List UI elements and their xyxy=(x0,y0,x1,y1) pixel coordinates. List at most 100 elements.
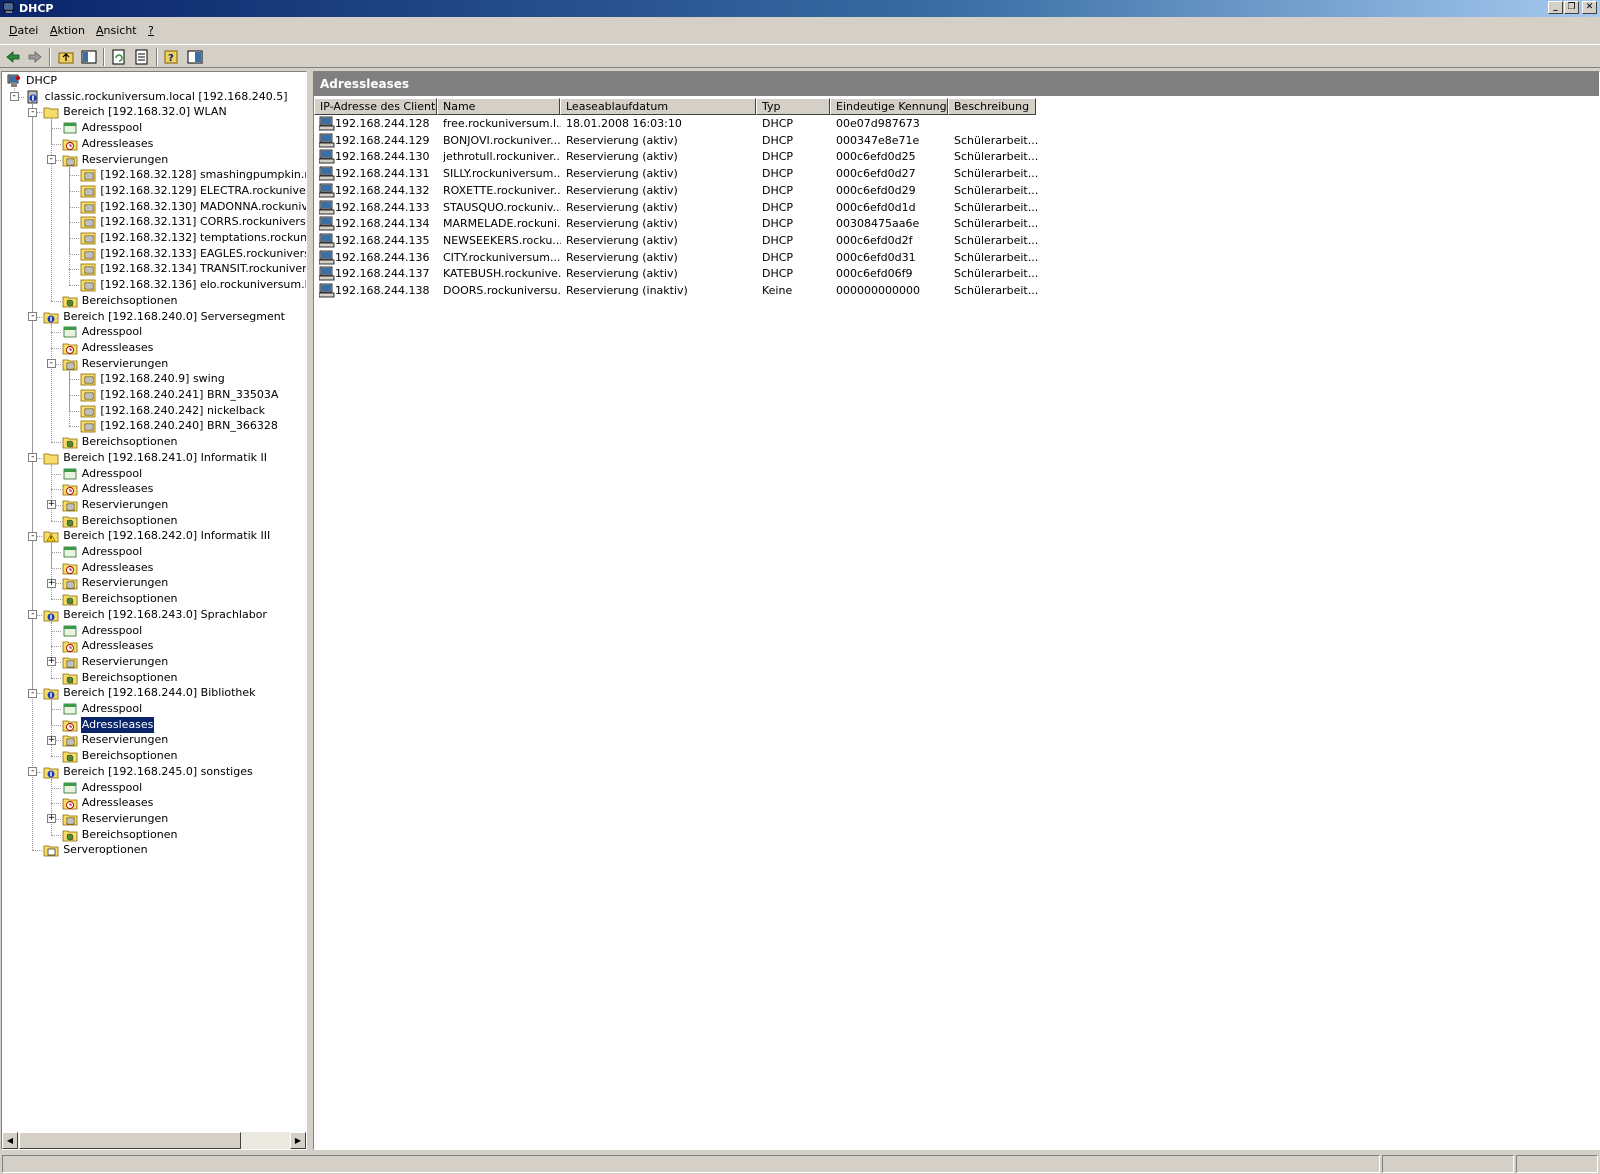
column-header-unique-id[interactable]: Eindeutige Kennung xyxy=(830,98,948,115)
tree-item-label: Bereichsoptionen xyxy=(81,293,178,307)
show-hide-tree-icon[interactable] xyxy=(80,48,98,66)
cell-ip: 192.168.244.128 xyxy=(335,117,430,130)
toolbar-separator xyxy=(103,48,105,66)
help-icon[interactable]: ? xyxy=(163,48,181,66)
collapse-toggle[interactable]: - xyxy=(28,312,38,321)
menu-aktion[interactable]: Aktion xyxy=(50,24,85,37)
collapse-toggle[interactable]: - xyxy=(9,92,19,102)
cell-name: CITY.rockuniversum.... xyxy=(443,250,561,264)
expand-toggle[interactable]: + xyxy=(46,657,56,667)
tree-connector xyxy=(50,543,52,600)
column-header-ip[interactable]: IP-Adresse des Clients xyxy=(314,98,437,115)
cell-ip: 192.168.244.129 xyxy=(335,133,430,147)
lease-row[interactable]: 192.168.244.136 CITY.rockuniversum.... Res… xyxy=(314,249,1599,266)
lease-row[interactable]: 192.168.244.130 jethrotull.rockuniver... R… xyxy=(314,148,1599,165)
lease-row[interactable]: 192.168.244.133 STAUSQUO.rockuniv... Reser… xyxy=(314,199,1599,216)
lease-row[interactable]: 192.168.244.128 free.rockuniversum.l... 18… xyxy=(314,115,1599,132)
tree-connector xyxy=(50,464,52,521)
refresh-icon[interactable] xyxy=(110,48,128,66)
cell-type: DHCP xyxy=(762,167,794,181)
column-header-name[interactable]: Name xyxy=(437,98,560,115)
tree-connector xyxy=(32,850,43,852)
cell-unique-id: 00e07d987673 xyxy=(836,117,920,130)
expand-toggle[interactable]: + xyxy=(46,735,56,745)
menu-ansicht[interactable]: Ansicht xyxy=(96,24,137,37)
tree-connector xyxy=(50,787,61,789)
close-button[interactable]: ✕ xyxy=(1582,1,1597,14)
lease-row[interactable]: 192.168.244.129 BONJOVI.rockuniver... Rese… xyxy=(314,132,1599,149)
cell-type: DHCP xyxy=(762,250,794,264)
details-pane-title: Adressleases xyxy=(314,72,1599,96)
properties-icon[interactable] xyxy=(186,48,204,66)
forward-icon[interactable] xyxy=(26,48,44,66)
cell-name: SILLY.rockuniversum... xyxy=(443,167,561,181)
expand-toggle[interactable]: + xyxy=(46,578,56,588)
status-panel-secondary xyxy=(1382,1155,1514,1173)
lease-row[interactable]: 192.168.244.131 SILLY.rockuniversum... Res… xyxy=(314,165,1599,182)
cell-ip: 192.168.244.137 xyxy=(335,267,430,281)
cell-name: jethrotull.rockuniver... xyxy=(443,150,561,164)
cell-description: Schülerarbeit... xyxy=(954,200,1039,214)
collapse-toggle[interactable]: - xyxy=(28,107,38,117)
tree-connector xyxy=(50,347,61,349)
scroll-thumb[interactable] xyxy=(19,1132,241,1149)
restore-button[interactable]: ❐ xyxy=(1564,1,1579,14)
tree-item-label: [192.168.32.132] temptations.rockunivers xyxy=(100,231,307,244)
scroll-right-icon[interactable]: ▶ xyxy=(290,1132,306,1149)
menu-help[interactable]: ? xyxy=(148,24,154,37)
column-header-description[interactable]: Beschreibung xyxy=(948,98,1036,115)
up-one-level-icon[interactable] xyxy=(57,48,75,66)
cell-unique-id: 000c6efd0d29 xyxy=(836,183,916,197)
lease-row[interactable]: 192.168.244.134 MARMELADE.rockuni... Reser… xyxy=(314,215,1599,232)
menu-datei[interactable]: Datei xyxy=(9,24,38,37)
tree-item-label: Reservierungen xyxy=(81,733,169,747)
cell-description: Schülerarbeit... xyxy=(954,267,1039,281)
cell-lease-expiry: Reservierung (aktiv) xyxy=(566,200,678,214)
tree-horizontal-scrollbar[interactable]: ◀ ▶ xyxy=(2,1132,306,1149)
tree-connector xyxy=(69,370,71,427)
expand-toggle[interactable]: + xyxy=(46,500,56,510)
column-header-lease-expiry[interactable]: Leaseablaufdatum xyxy=(560,98,756,115)
cell-unique-id: 000c6efd0d27 xyxy=(836,167,916,181)
cell-ip: 192.168.244.138 xyxy=(335,284,430,297)
toolbar: ? xyxy=(0,44,1600,68)
back-icon[interactable] xyxy=(4,48,22,66)
export-list-icon[interactable] xyxy=(133,48,151,66)
lease-row[interactable]: 192.168.244.137 KATEBUSH.rockunive... Rese… xyxy=(314,265,1599,282)
tree-connector xyxy=(69,395,80,396)
scroll-left-icon[interactable]: ◀ xyxy=(2,1132,18,1149)
cell-name: MARMELADE.rockuni... xyxy=(443,217,561,231)
cell-ip: 192.168.244.135 xyxy=(335,233,430,247)
cell-lease-expiry: Reservierung (aktiv) xyxy=(566,183,678,197)
tree-connector xyxy=(69,253,80,255)
collapse-toggle[interactable]: - xyxy=(46,155,56,164)
title-bar: DHCP _ ❐ ✕ xyxy=(0,0,1600,17)
cell-lease-expiry: 18.01.2008 16:03:10 xyxy=(566,117,682,130)
cell-name: ROXETTE.rockuniver... xyxy=(443,183,561,197)
collapse-toggle[interactable]: - xyxy=(28,688,38,698)
tree-connector xyxy=(50,442,61,444)
cell-description: Schülerarbeit... xyxy=(954,233,1039,247)
lease-row[interactable]: 192.168.244.132 ROXETTE.rockuniver... Rese… xyxy=(314,182,1599,199)
collapse-toggle[interactable]: - xyxy=(46,359,56,369)
cell-ip: 192.168.244.132 xyxy=(335,183,430,197)
tree-connector xyxy=(50,630,61,632)
collapse-toggle[interactable]: - xyxy=(28,531,38,541)
status-bar xyxy=(0,1152,1600,1174)
tree-item-label: Bereich [192.168.245.0] sonstiges xyxy=(63,764,253,778)
expand-toggle[interactable]: + xyxy=(46,814,56,824)
lease-row[interactable]: 192.168.244.135 NEWSEEKERS.rocku... Reserv… xyxy=(314,232,1599,249)
collapse-toggle[interactable]: - xyxy=(28,767,38,777)
lease-row[interactable]: 192.168.244.138 DOORS.rockuniversu... Rese… xyxy=(314,282,1599,299)
tree-item-label: Adresspool xyxy=(81,325,143,339)
collapse-toggle[interactable]: - xyxy=(28,453,38,463)
column-header-type[interactable]: Typ xyxy=(756,98,830,115)
tree-item-label: Adressleases xyxy=(79,715,156,734)
collapse-toggle[interactable]: - xyxy=(28,610,38,620)
tree-item-label: Adresspool xyxy=(81,466,143,480)
tree-connector xyxy=(50,567,61,569)
svg-text:?: ? xyxy=(168,53,174,64)
tree-item-label: Adresspool xyxy=(81,121,143,135)
cell-lease-expiry: Reservierung (inaktiv) xyxy=(566,284,688,297)
minimize-button[interactable]: _ xyxy=(1548,1,1563,14)
